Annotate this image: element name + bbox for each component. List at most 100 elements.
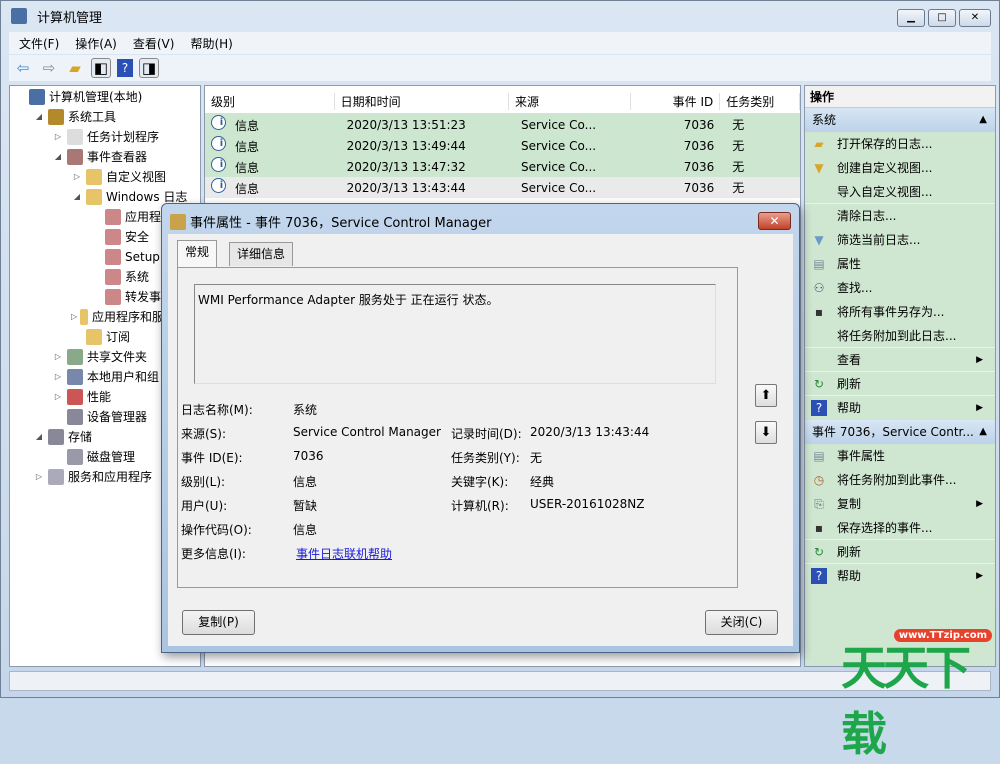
cell-text: 7036 (678, 139, 715, 153)
actions-section-header[interactable]: 系统 ▲ (805, 108, 995, 132)
back-icon[interactable]: ⇦ (13, 58, 33, 78)
tree-item[interactable]: 计算机管理(本地) (10, 87, 200, 107)
tab-general[interactable]: 常规 (177, 240, 217, 267)
table-row[interactable]: i信息2020/3/13 13:47:32Service Co...7036无 (205, 156, 800, 177)
action-item[interactable]: ▼筛选当前日志... (805, 228, 995, 252)
actions-section-header[interactable]: 事件 7036，Service Contr...▲ (805, 420, 995, 444)
table-cell: Service Co... (509, 181, 631, 195)
task-icon: ◷ (811, 472, 827, 488)
event-log-online-help-link[interactable]: 事件日志联机帮助 (296, 545, 392, 562)
event-properties-icon (170, 214, 186, 230)
table-row[interactable]: i信息2020/3/13 13:43:44Service Co...7036无 (205, 177, 800, 198)
action-item[interactable]: ⚇查找... (805, 276, 995, 300)
action-item[interactable]: ⎘复制▶ (805, 492, 995, 516)
tree-item-label: 服务和应用程序 (68, 467, 152, 487)
expand-toggle-icon[interactable]: ▷ (52, 127, 64, 147)
action-item[interactable]: ▼创建自定义视图... (805, 156, 995, 180)
event-viewer-icon (67, 149, 83, 165)
maximize-button[interactable]: □ (928, 9, 956, 27)
log-name-label: 日志名称(M): (181, 401, 253, 418)
submenu-arrow-icon: ▶ (976, 348, 983, 372)
collapse-icon[interactable]: ▲ (979, 108, 987, 132)
dialog-close-button[interactable]: ✕ (758, 212, 791, 230)
column-header[interactable]: 来源 (509, 93, 631, 110)
action-item[interactable]: ?帮助▶ (805, 564, 995, 588)
column-header[interactable]: 事件 ID (631, 93, 721, 110)
expand-toggle-icon[interactable]: ◢ (33, 107, 45, 127)
action-item[interactable]: 查看▶ (805, 348, 995, 372)
expand-toggle-icon[interactable]: ◢ (52, 147, 64, 167)
cell-text: 信息 (229, 140, 259, 154)
table-cell: i信息 (205, 115, 335, 134)
menu-item[interactable]: 文件(F) (19, 35, 59, 52)
column-header[interactable]: 级别 (205, 93, 335, 110)
close-window-button[interactable]: ✕ (959, 9, 991, 27)
help-icon[interactable]: ? (117, 59, 133, 77)
expand-toggle-icon[interactable]: ▷ (52, 347, 64, 367)
collapse-icon[interactable]: ▲ (979, 420, 987, 444)
action-item[interactable]: ▪保存选择的事件... (805, 516, 995, 540)
action-item[interactable]: ↻刷新 (805, 372, 995, 396)
forward-icon[interactable]: ⇨ (39, 58, 59, 78)
column-header[interactable]: 日期和时间 (335, 93, 509, 110)
action-label: 查找... (837, 281, 872, 295)
show-hide-tree-icon[interactable]: ◧ (91, 58, 111, 78)
close-button[interactable]: 关闭(C) (705, 610, 778, 635)
open-folder-icon: ▰ (811, 136, 827, 152)
action-item[interactable]: ◷将任务附加到此事件... (805, 468, 995, 492)
table-cell: 无 (720, 116, 800, 133)
action-item[interactable]: 清除日志... (805, 204, 995, 228)
user-value: 暂缺 (293, 497, 317, 514)
shared-folder-icon (67, 349, 83, 365)
action-item[interactable]: 导入自定义视图... (805, 180, 995, 204)
up-folder-icon[interactable]: ▰ (65, 58, 85, 78)
expand-toggle-icon[interactable]: ◢ (71, 187, 83, 207)
table-cell: 2020/3/13 13:49:44 (335, 139, 509, 153)
action-item[interactable]: ▤事件属性 (805, 444, 995, 468)
tree-item[interactable]: ▷自定义视图 (10, 167, 200, 187)
actions-header: 操作 (805, 86, 995, 108)
action-item[interactable]: ▰打开保存的日志... (805, 132, 995, 156)
previous-event-button[interactable]: ⬆ (755, 384, 777, 407)
tree-item-label: 共享文件夹 (87, 347, 147, 367)
section-title: 系统 (812, 113, 836, 127)
table-cell: 无 (720, 137, 800, 154)
tab-details[interactable]: 详细信息 (229, 242, 293, 266)
show-hide-action-pane-icon[interactable]: ◨ (139, 58, 159, 78)
cell-text: Service Co... (515, 181, 596, 195)
action-item[interactable]: ▤属性 (805, 252, 995, 276)
event-id-label: 事件 ID(E): (181, 449, 243, 466)
action-item[interactable]: ?帮助▶ (805, 396, 995, 420)
table-row[interactable]: i信息2020/3/13 13:49:44Service Co...7036无 (205, 135, 800, 156)
action-item[interactable]: ▪将所有事件另存为... (805, 300, 995, 324)
clock-icon (67, 129, 83, 145)
expand-toggle-icon[interactable]: ▷ (33, 467, 45, 487)
tree-item[interactable]: ▷任务计划程序 (10, 127, 200, 147)
info-icon: i (211, 157, 226, 172)
tree-item-label: 安全 (125, 227, 149, 247)
tree-item[interactable]: ◢系统工具 (10, 107, 200, 127)
expand-toggle-icon[interactable]: ▷ (71, 307, 77, 327)
tree-item[interactable]: ◢事件查看器 (10, 147, 200, 167)
column-header[interactable]: 任务类别 (720, 93, 800, 110)
tree-item-label: 计算机管理(本地) (49, 87, 142, 107)
menu-bar: 文件(F) 操作(A) 查看(V) 帮助(H) (9, 32, 991, 54)
expand-toggle-icon[interactable]: ▷ (52, 367, 64, 387)
expand-toggle-icon[interactable]: ◢ (33, 427, 45, 447)
expand-toggle-icon[interactable]: ▷ (71, 167, 83, 187)
menu-item[interactable]: 帮助(H) (190, 35, 232, 52)
expand-toggle-icon[interactable]: ▷ (52, 387, 64, 407)
minimize-button[interactable]: ▁ (897, 9, 925, 27)
next-event-button[interactable]: ⬇ (755, 421, 777, 444)
cell-text: 2020/3/13 13:47:32 (341, 160, 466, 174)
action-label: 导入自定义视图... (837, 185, 932, 199)
action-item[interactable]: ↻刷新 (805, 540, 995, 564)
menu-item[interactable]: 查看(V) (133, 35, 175, 52)
menu-item[interactable]: 操作(A) (75, 35, 117, 52)
refresh-icon: ↻ (811, 544, 827, 560)
action-item[interactable]: 将任务附加到此日志... (805, 324, 995, 348)
copy-button[interactable]: 复制(P) (182, 610, 255, 635)
table-row[interactable]: i信息2020/3/13 13:51:23Service Co...7036无 (205, 114, 800, 135)
event-description[interactable]: WMI Performance Adapter 服务处于 正在运行 状态。 (194, 284, 716, 384)
table-cell: 无 (720, 158, 800, 175)
